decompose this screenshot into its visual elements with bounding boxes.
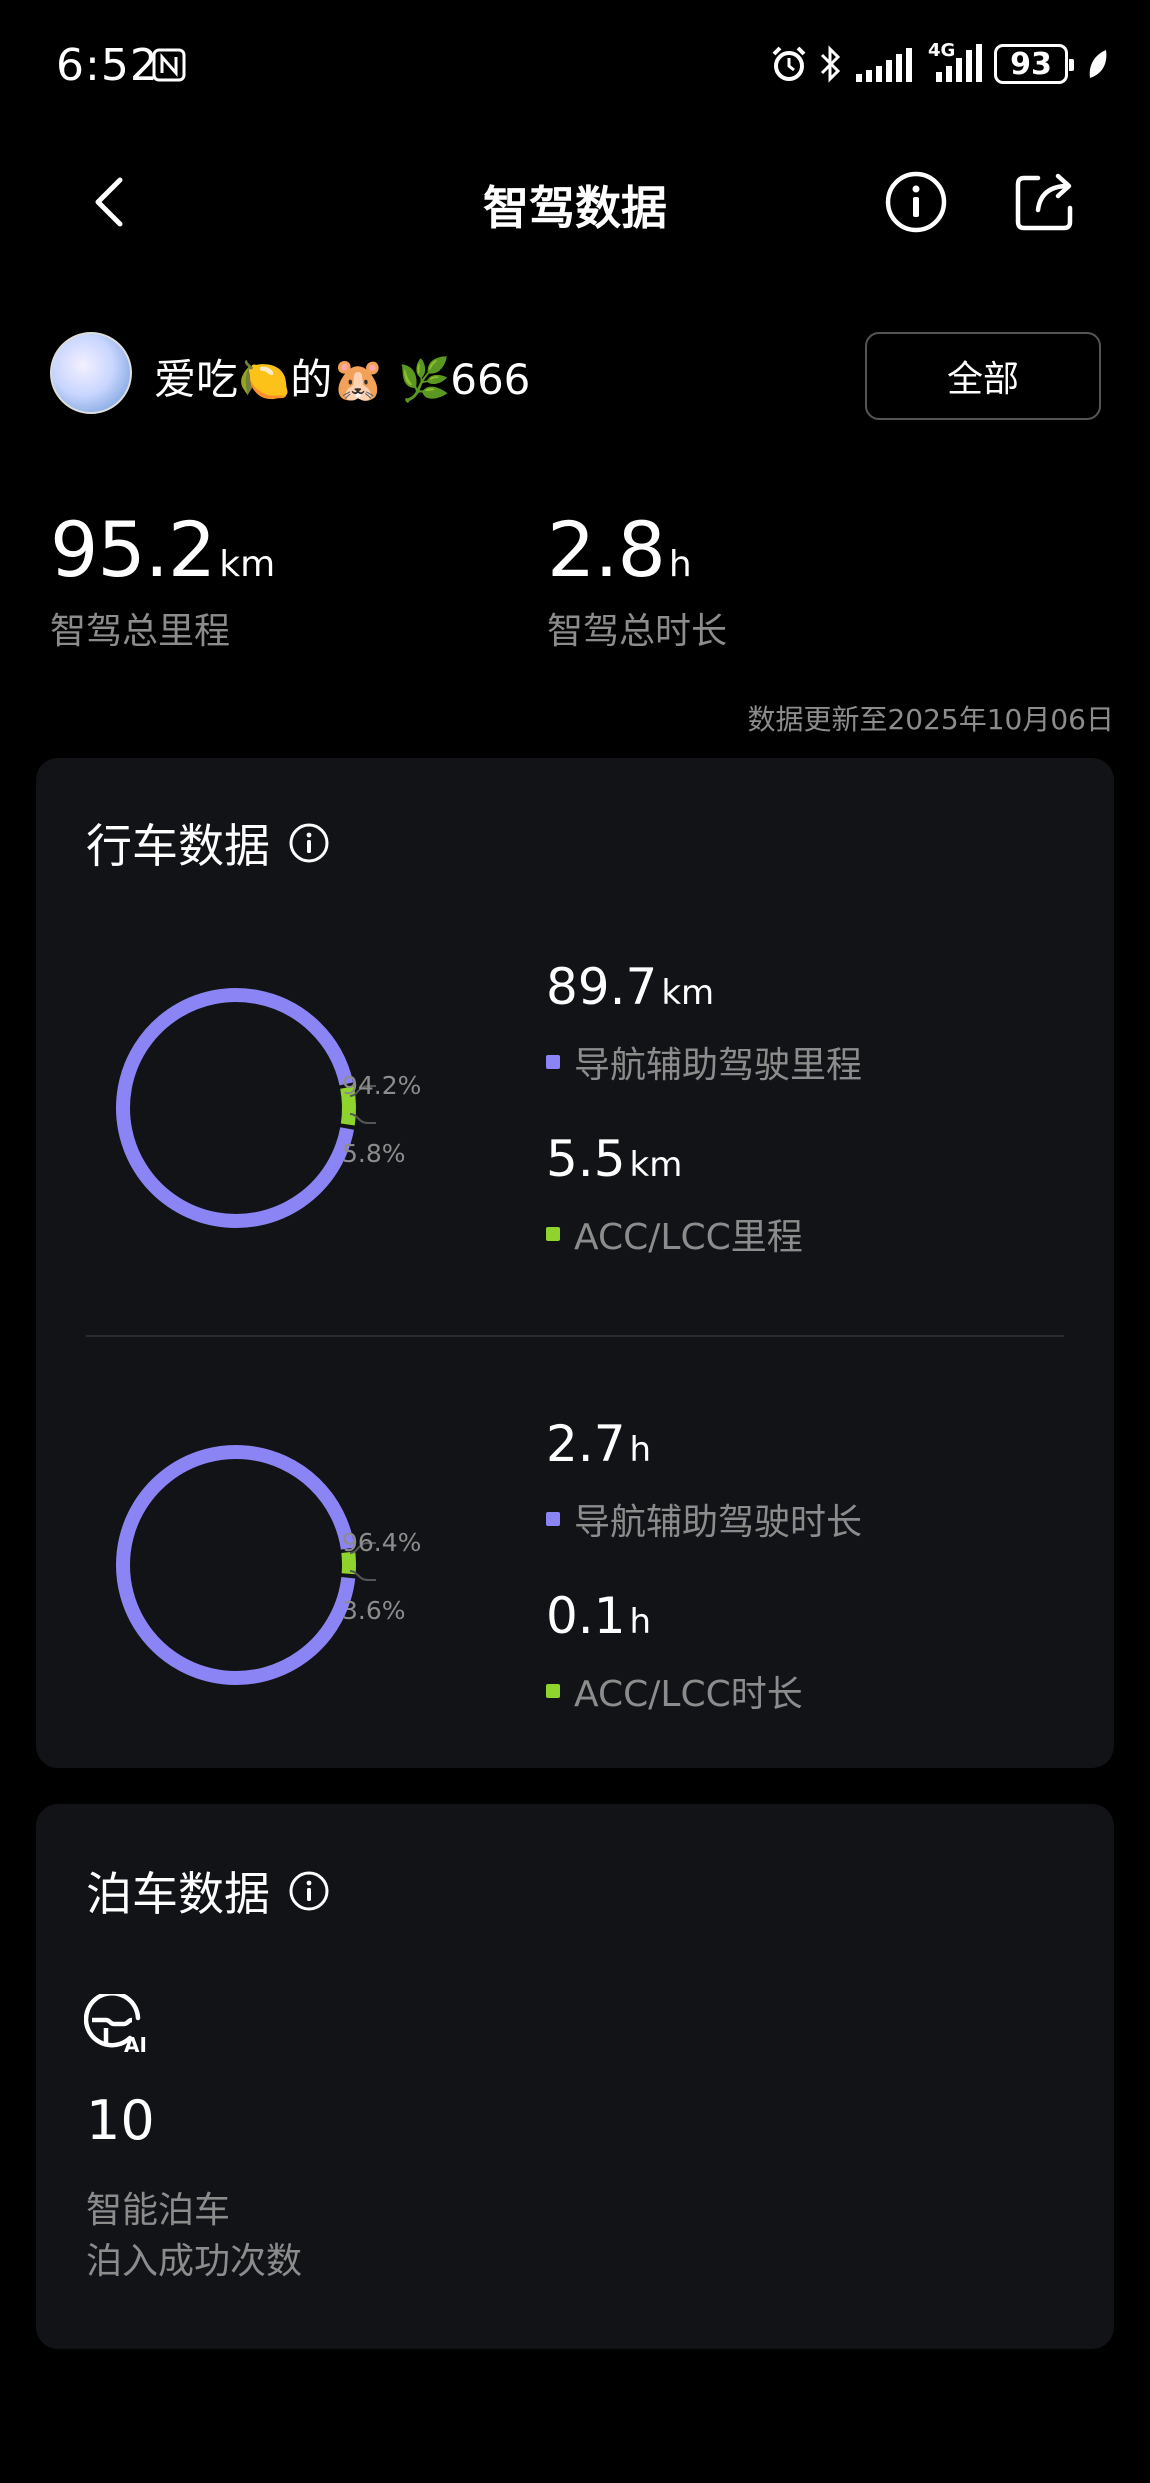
duration-nav-label: 导航辅助驾驶时长 <box>574 1502 863 1543</box>
acc-legend-dot <box>546 1684 560 1698</box>
mileage-nav-unit: km <box>661 973 715 1013</box>
mileage-nav-value: 89.7 <box>546 958 658 1016</box>
parking-data-card: 泊车数据 AI 10 智能泊车 泊入成功次数 <box>36 1804 1114 2349</box>
driving-card-title: 行车数据 <box>86 810 330 876</box>
status-bar: 6:52 4G 93 <box>0 0 1150 130</box>
page-title: 智驾数据 <box>483 181 667 235</box>
mileage-nav-label: 导航辅助驾驶里程 <box>574 1045 863 1086</box>
driving-title-text: 行车数据 <box>86 819 270 873</box>
svg-text:AI: AI <box>124 2033 147 2054</box>
mileage-acc-value: 5.5 <box>546 1130 626 1188</box>
total-mileage-unit: km <box>219 544 276 585</box>
duration-acc-value-row: 0.1 h <box>546 1587 651 1645</box>
info-icon[interactable] <box>288 1870 330 1912</box>
app-header: 智驾数据 <box>0 150 1150 254</box>
battery-indicator: 93 <box>994 44 1074 84</box>
mileage-acc-value-row: 5.5 km <box>546 1130 682 1188</box>
leaf-icon <box>1089 50 1107 78</box>
duration-nav-value-row: 2.7 h <box>546 1415 651 1473</box>
mileage-acc-pct: 5.8% <box>342 1139 406 1168</box>
duration-acc-label: ACC/LCC时长 <box>574 1674 803 1715</box>
parking-label-2: 泊入成功次数 <box>86 2241 303 2282</box>
mileage-acc-label: ACC/LCC里程 <box>574 1217 803 1258</box>
total-mileage: 95.2 km 智驾总里程 <box>50 505 275 654</box>
avatar[interactable] <box>50 332 132 414</box>
mileage-donut-chart: 94.2% 5.8% <box>116 988 421 1228</box>
acc-legend-dot <box>546 1227 560 1241</box>
totals-summary: 95.2 km 智驾总里程 2.8 h 智驾总时长 <box>0 505 1150 665</box>
duration-donut-chart: 96.4% 3.6% <box>116 1445 421 1685</box>
mileage-donut-nav-arc <box>116 988 356 1228</box>
duration-nav-value: 2.7 <box>546 1415 626 1473</box>
mileage-nav-pct: 94.2% <box>342 1071 421 1100</box>
total-duration-unit: h <box>668 544 692 585</box>
info-icon[interactable] <box>288 822 330 864</box>
alarm-icon <box>772 46 806 81</box>
duration-nav-legend: 导航辅助驾驶时长 <box>546 1493 862 1545</box>
signal-icon <box>856 48 912 82</box>
duration-nav-unit: h <box>629 1430 652 1470</box>
section-divider <box>86 1335 1064 1337</box>
nav-legend-dot <box>546 1055 560 1069</box>
nav-legend-dot <box>546 1512 560 1526</box>
duration-acc-value: 0.1 <box>546 1587 626 1645</box>
total-duration-value: 2.8 <box>547 505 666 594</box>
mileage-acc-legend: ACC/LCC里程 <box>546 1208 803 1260</box>
mileage-nav-legend: 导航辅助驾驶里程 <box>546 1036 862 1088</box>
total-mileage-label: 智驾总里程 <box>50 611 231 652</box>
mileage-nav-value-row: 89.7 km <box>546 958 714 1016</box>
driving-data-card: 行车数据 94.2% 5.8% 89.7 km 导航辅助驾驶里程 5.5 km AC… <box>36 758 1114 1768</box>
total-duration-label: 智驾总时长 <box>547 611 728 652</box>
username: 爱吃🍋的🐹 🌿666 <box>154 355 531 404</box>
duration-nav-pct: 96.4% <box>342 1528 421 1557</box>
mileage-donut-acc-arc <box>116 988 356 1228</box>
parking-label-1: 智能泊车 <box>86 2190 231 2231</box>
signal-icon <box>936 44 982 82</box>
bluetooth-icon <box>820 45 841 83</box>
battery-level: 93 <box>1010 46 1052 82</box>
scope-filter-button[interactable]: 全部 <box>865 332 1101 420</box>
share-icon[interactable] <box>1010 168 1078 236</box>
duration-acc-pct: 3.6% <box>342 1596 406 1625</box>
mileage-acc-unit: km <box>629 1145 683 1185</box>
duration-donut-nav-arc <box>116 1445 356 1685</box>
total-duration: 2.8 h 智驾总时长 <box>547 505 727 654</box>
status-time: 6:52 <box>56 40 159 91</box>
data-updated-text: 数据更新至2025年10月06日 <box>747 703 1114 736</box>
steering-ai-icon: AI <box>84 1994 147 2054</box>
parking-count: 10 <box>86 2089 155 2152</box>
info-icon[interactable] <box>882 168 950 236</box>
duration-acc-unit: h <box>629 1602 652 1642</box>
parking-title-text: 泊车数据 <box>86 1867 270 1921</box>
duration-donut-acc-arc <box>116 1445 356 1685</box>
nfc-icon <box>152 48 186 82</box>
profile-row: 爱吃🍋的🐹 🌿666 全部 <box>50 332 1101 420</box>
parking-card-title: 泊车数据 <box>86 1858 330 1924</box>
total-mileage-value: 95.2 <box>50 505 216 594</box>
signal-4g: 4G <box>928 40 984 86</box>
status-icons: 4G 93 <box>770 40 1110 86</box>
duration-acc-legend: ACC/LCC时长 <box>546 1665 803 1717</box>
